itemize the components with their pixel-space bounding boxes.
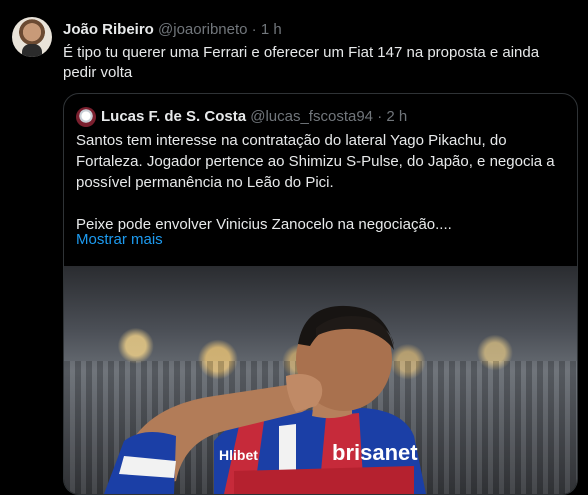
tweet[interactable]: João Ribeiro @joaoribneto · 1 h É tipo t… [0,0,588,495]
quoted-author-handle[interactable]: @lucas_fscosta94 [250,108,373,125]
quoted-tweet-time[interactable]: 2 h [386,108,407,125]
tweet-time[interactable]: 1 h [261,21,282,38]
quoted-author-avatar[interactable] [76,107,96,127]
author-handle[interactable]: @joaoribneto [158,21,247,38]
tweet-header: João Ribeiro @joaoribneto · 1 h [63,20,282,40]
quoted-tweet-photo[interactable]: Hlibet brisanet [64,266,577,494]
quoted-tweet[interactable]: Lucas F. de S. Costa @lucas_fscosta94 · … [63,93,578,495]
tweet-text: É tipo tu querer uma Ferrari e oferecer … [63,44,540,81]
author-name[interactable]: João Ribeiro [63,21,154,38]
quoted-time-separator: · [377,108,383,125]
quoted-paragraph-1: Santos tem interesse na contratação do l… [76,132,555,191]
quoted-tweet-header: Lucas F. de S. Costa @lucas_fscosta94 · … [101,107,407,127]
player-figure: Hlibet brisanet [104,305,426,494]
quoted-author-name[interactable]: Lucas F. de S. Costa [101,108,246,125]
jersey-sponsor-1: Hlibet [219,447,258,463]
author-avatar[interactable] [12,17,52,57]
jersey-sponsor-2: brisanet [332,440,418,465]
show-more-link[interactable]: Mostrar mais [76,230,163,250]
quoted-tweet-text: Santos tem interesse na contratação do l… [76,130,566,235]
time-separator: · [251,21,257,38]
